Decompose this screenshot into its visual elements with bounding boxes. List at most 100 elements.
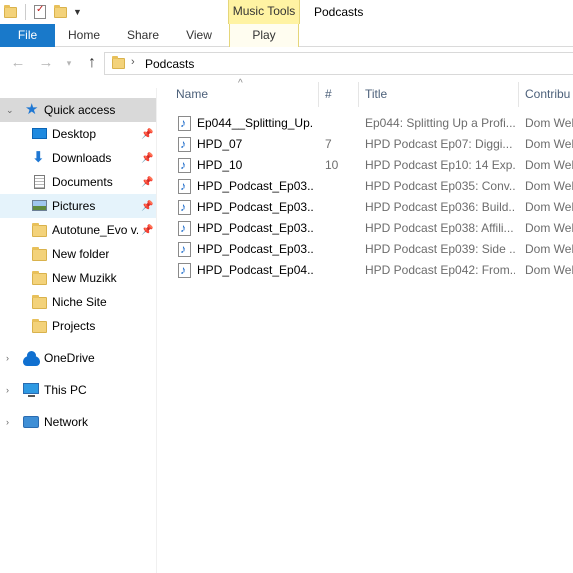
- recent-locations-dropdown-icon[interactable]: ▾: [60, 54, 78, 72]
- file-title: HPD Podcast Ep042: From...: [365, 263, 515, 277]
- ribbon-tabs: File Home Share View Play: [0, 24, 573, 47]
- file-title: HPD Podcast Ep038: Affili...: [365, 221, 514, 235]
- file-row[interactable]: HPD_07 7 HPD Podcast Ep07: Diggi... Dom …: [158, 134, 573, 155]
- nav-label-new-folder: New folder: [52, 247, 110, 261]
- new-folder-icon[interactable]: [54, 4, 67, 18]
- file-row[interactable]: HPD_Podcast_Ep03... HPD Podcast Ep038: A…: [158, 218, 573, 239]
- nav-item-desktop[interactable]: Desktop 📌: [0, 122, 156, 146]
- nav-label-new-muzikk: New Muzikk: [52, 271, 117, 285]
- file-row[interactable]: HPD_Podcast_Ep03... HPD Podcast Ep036: B…: [158, 197, 573, 218]
- network-icon: [23, 416, 39, 428]
- pin-icon[interactable]: 📌: [141, 129, 153, 140]
- nav-label-documents: Documents: [52, 175, 113, 189]
- file-number: [325, 176, 355, 197]
- nav-quick-access[interactable]: ⌄ ★ Quick access: [0, 98, 156, 122]
- column-divider[interactable]: [358, 82, 359, 107]
- nav-item-new-muzikk[interactable]: New Muzikk: [0, 266, 156, 290]
- nav-item-autotune[interactable]: Autotune_Evo v. 📌: [0, 218, 156, 242]
- audio-file-icon: [178, 179, 191, 194]
- folder-icon: [32, 223, 47, 237]
- pin-icon[interactable]: 📌: [141, 153, 153, 164]
- file-title: HPD Podcast Ep07: Diggi...: [365, 137, 513, 151]
- column-divider[interactable]: [518, 82, 519, 107]
- desktop-icon: [32, 128, 47, 139]
- nav-label-desktop: Desktop: [52, 127, 97, 141]
- column-divider[interactable]: [318, 82, 319, 107]
- file-contributing-artist: Dom Wel: [525, 158, 573, 172]
- breadcrumb-podcasts[interactable]: Podcasts: [145, 57, 194, 71]
- audio-file-icon: [178, 263, 191, 278]
- nav-label-pictures: Pictures: [52, 199, 96, 213]
- nav-label-quick-access: Quick access: [44, 103, 116, 117]
- forward-arrow-icon[interactable]: →: [37, 54, 55, 72]
- quick-access-toolbar: ▼: [0, 0, 82, 24]
- nav-label-downloads: Downloads: [52, 151, 112, 165]
- file-number: [325, 197, 355, 218]
- pin-icon[interactable]: 📌: [141, 201, 153, 212]
- properties-icon[interactable]: [34, 4, 46, 19]
- nav-item-downloads[interactable]: ⬇ Downloads 📌: [0, 146, 156, 170]
- address-folder-icon: [112, 56, 125, 69]
- file-row[interactable]: HPD_Podcast_Ep03... HPD Podcast Ep035: C…: [158, 176, 573, 197]
- title-bar: ▼ Music Tools Podcasts: [0, 0, 573, 24]
- customize-qat-dropdown-icon[interactable]: ▼: [73, 7, 82, 17]
- column-header-title[interactable]: Title: [365, 82, 515, 107]
- file-contributing-artist: Dom Wel: [525, 179, 573, 193]
- file-name: Ep044__Splitting_Up...: [197, 116, 313, 130]
- file-row[interactable]: HPD_10 10 HPD Podcast Ep10: 14 Exp... Do…: [158, 155, 573, 176]
- file-title: Ep044: Splitting Up a Profi...: [365, 116, 515, 130]
- file-title: HPD Podcast Ep10: 14 Exp...: [365, 158, 515, 172]
- file-contributing-artist: Dom Wel: [525, 137, 573, 151]
- file-row[interactable]: Ep044__Splitting_Up... Ep044: Splitting …: [158, 113, 573, 134]
- file-title: HPD Podcast Ep039: Side ...: [365, 242, 515, 256]
- expand-chevron-icon[interactable]: ›: [6, 353, 9, 363]
- tab-file[interactable]: File: [0, 24, 55, 47]
- folder-icon: [32, 271, 47, 285]
- nav-network[interactable]: › Network: [0, 410, 156, 434]
- file-row[interactable]: HPD_Podcast_Ep03... HPD Podcast Ep039: S…: [158, 239, 573, 260]
- column-header-number[interactable]: #: [325, 82, 355, 107]
- nav-label-onedrive: OneDrive: [44, 351, 95, 365]
- qat-separator: [25, 4, 26, 20]
- nav-item-projects[interactable]: Projects: [0, 314, 156, 338]
- file-row[interactable]: HPD_Podcast_Ep04... HPD Podcast Ep042: F…: [158, 260, 573, 281]
- tab-home[interactable]: Home: [64, 24, 104, 47]
- tab-share[interactable]: Share: [122, 24, 164, 47]
- nav-onedrive[interactable]: › OneDrive: [0, 346, 156, 370]
- nav-item-pictures[interactable]: Pictures 📌: [0, 194, 156, 218]
- file-number: [325, 113, 355, 134]
- window-folder-icon: [4, 4, 17, 18]
- file-name: HPD_Podcast_Ep03...: [197, 179, 313, 193]
- nav-item-documents[interactable]: Documents 📌: [0, 170, 156, 194]
- tab-play[interactable]: Play: [229, 24, 299, 47]
- computer-icon: [23, 383, 39, 397]
- pin-icon[interactable]: 📌: [141, 225, 153, 236]
- file-name: HPD_10: [197, 158, 243, 172]
- nav-label-network: Network: [44, 415, 89, 429]
- column-header-contributing-artists[interactable]: Contribu: [525, 82, 573, 107]
- nav-this-pc[interactable]: › This PC: [0, 378, 156, 402]
- audio-file-icon: [178, 200, 191, 215]
- file-contributing-artist: Dom Wel: [525, 221, 573, 235]
- audio-file-icon: [178, 116, 191, 131]
- address-bar[interactable]: › Podcasts: [104, 52, 573, 75]
- file-contributing-artist: Dom Wel: [525, 116, 573, 130]
- nav-label-autotune: Autotune_Evo v.: [52, 223, 138, 237]
- tab-view[interactable]: View: [180, 24, 218, 47]
- column-header-name[interactable]: Name: [176, 82, 316, 107]
- breadcrumb-chevron-icon[interactable]: ›: [131, 56, 135, 68]
- window-title: Podcasts: [314, 5, 364, 19]
- expand-chevron-icon[interactable]: ›: [6, 417, 9, 427]
- music-tools-context-label: Music Tools: [228, 0, 300, 24]
- file-title: HPD Podcast Ep035: Conv...: [365, 179, 515, 193]
- download-icon: ⬇: [32, 149, 45, 166]
- audio-file-icon: [178, 242, 191, 257]
- collapse-chevron-icon[interactable]: ⌄: [6, 105, 14, 116]
- nav-item-niche-site[interactable]: Niche Site: [0, 290, 156, 314]
- expand-chevron-icon[interactable]: ›: [6, 385, 9, 395]
- pin-icon[interactable]: 📌: [141, 177, 153, 188]
- nav-item-new-folder[interactable]: New folder: [0, 242, 156, 266]
- back-arrow-icon[interactable]: ←: [9, 54, 27, 72]
- up-arrow-icon[interactable]: ↑: [83, 54, 101, 72]
- folder-icon: [32, 295, 47, 309]
